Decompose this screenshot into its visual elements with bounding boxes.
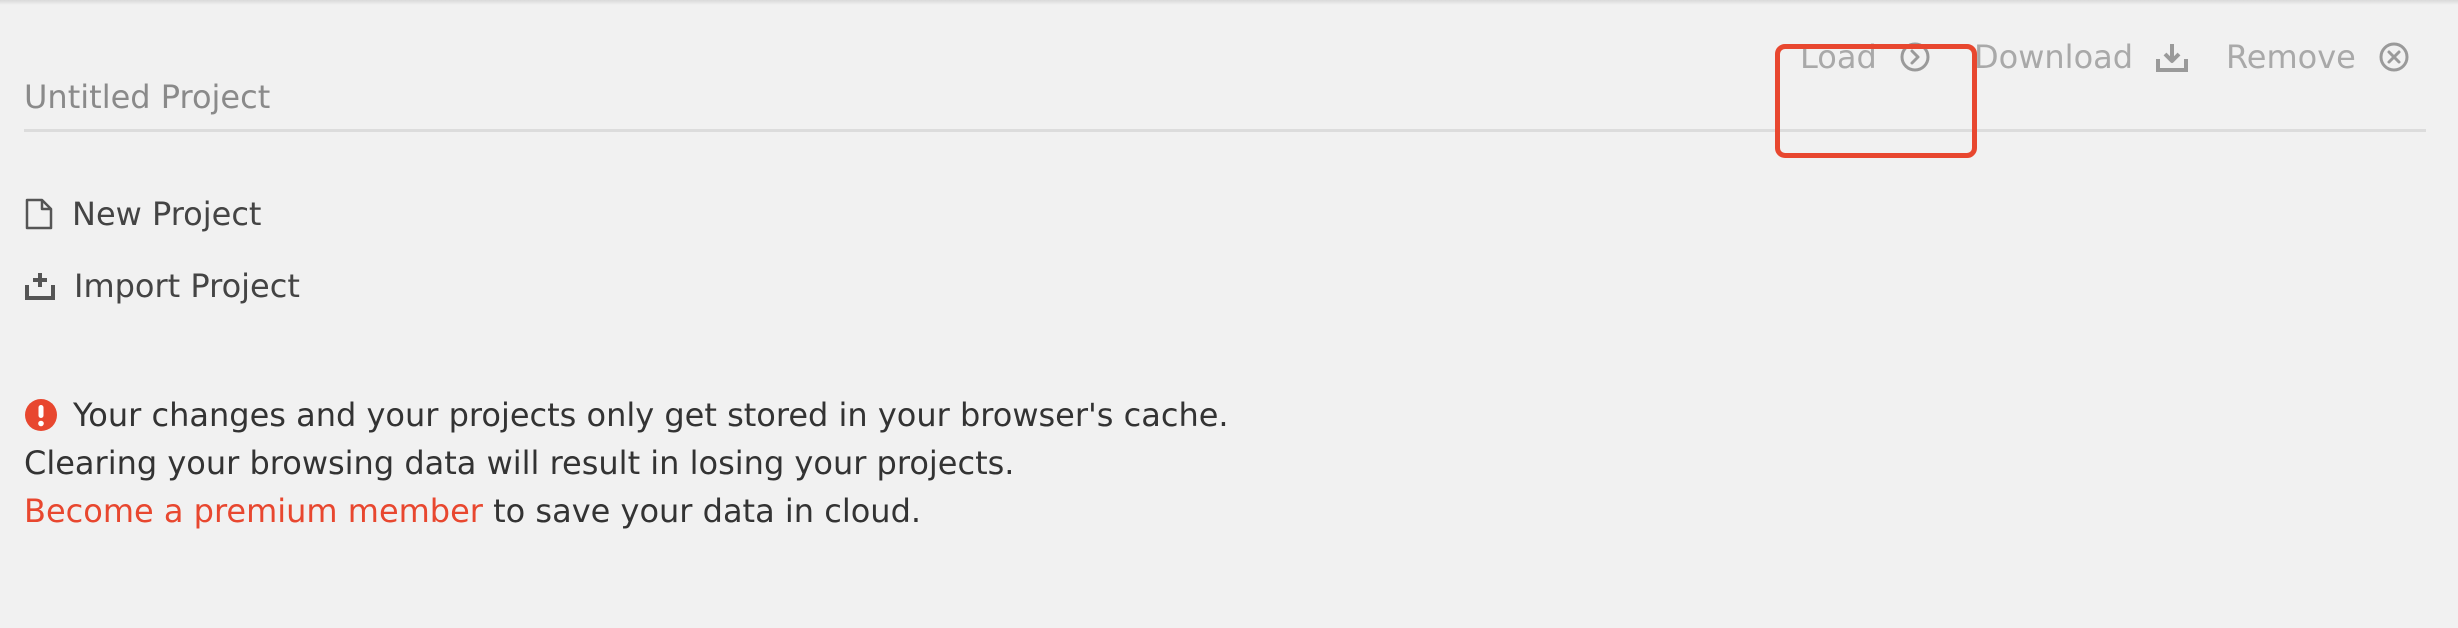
premium-member-link[interactable]: Become a premium member (24, 487, 483, 535)
import-project-button[interactable]: Import Project (24, 270, 300, 302)
notice-line-3: Become a premium member to save your dat… (24, 487, 1229, 535)
close-circle-icon (2379, 42, 2409, 72)
load-label: Load (1800, 38, 1877, 76)
notice-text-2: Clearing your browsing data will result … (24, 444, 1015, 482)
file-icon (25, 198, 53, 230)
new-project-label: New Project (72, 195, 262, 233)
top-shadow (0, 0, 2458, 5)
import-project-label: Import Project (74, 267, 300, 305)
new-project-button[interactable]: New Project (24, 198, 261, 230)
import-tray-icon (25, 273, 55, 300)
download-button[interactable]: Download (1974, 41, 2189, 73)
download-tray-icon (2156, 44, 2189, 72)
remove-label: Remove (2226, 38, 2356, 76)
notice-line-1: Your changes and your projects only get … (24, 391, 1229, 439)
download-label: Download (1974, 38, 2134, 76)
remove-button[interactable]: Remove (2226, 41, 2410, 73)
load-button[interactable]: Load (1800, 41, 1931, 73)
notice-text-1: Your changes and your projects only get … (73, 396, 1229, 434)
alert-icon (25, 399, 57, 431)
storage-notice: Your changes and your projects only get … (24, 391, 1229, 535)
notice-text-3: to save your data in cloud. (482, 492, 922, 530)
chevron-right-circle-icon (1900, 42, 1930, 72)
project-name[interactable]: Untitled Project (24, 81, 270, 113)
notice-line-2: Clearing your browsing data will result … (24, 439, 1229, 487)
